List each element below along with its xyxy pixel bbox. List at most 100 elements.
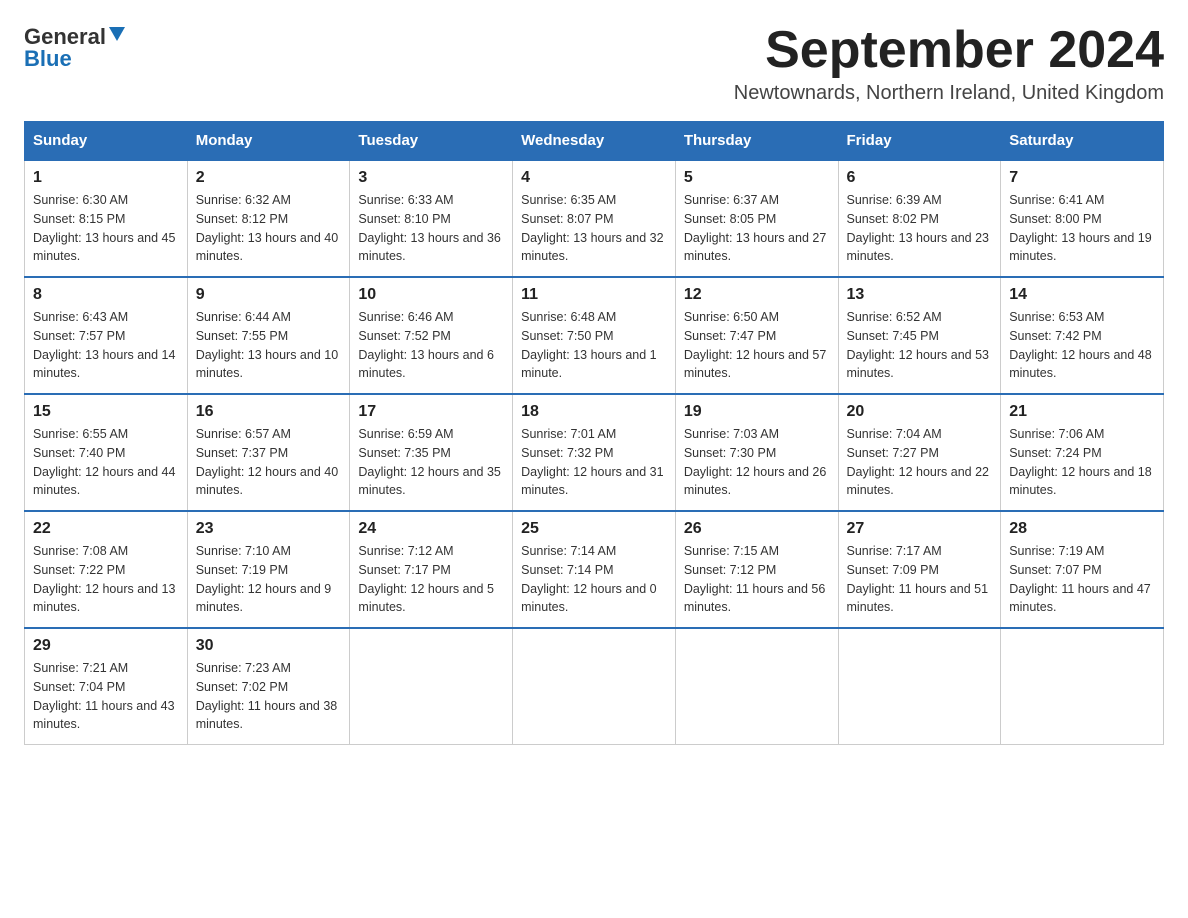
day-info: Sunrise: 7:12 AM Sunset: 7:17 PM Dayligh… bbox=[358, 542, 504, 617]
day-number: 28 bbox=[1009, 520, 1155, 538]
calendar-cell: 6 Sunrise: 6:39 AM Sunset: 8:02 PM Dayli… bbox=[838, 160, 1001, 277]
calendar-cell: 26 Sunrise: 7:15 AM Sunset: 7:12 PM Dayl… bbox=[675, 511, 838, 628]
day-number: 11 bbox=[521, 286, 667, 304]
col-monday: Monday bbox=[187, 122, 350, 161]
calendar-cell: 25 Sunrise: 7:14 AM Sunset: 7:14 PM Dayl… bbox=[513, 511, 676, 628]
day-number: 24 bbox=[358, 520, 504, 538]
day-number: 27 bbox=[847, 520, 993, 538]
calendar-cell: 19 Sunrise: 7:03 AM Sunset: 7:30 PM Dayl… bbox=[675, 394, 838, 511]
calendar-cell: 24 Sunrise: 7:12 AM Sunset: 7:17 PM Dayl… bbox=[350, 511, 513, 628]
month-title: September 2024 bbox=[734, 24, 1164, 76]
col-sunday: Sunday bbox=[25, 122, 188, 161]
day-number: 16 bbox=[196, 403, 342, 421]
day-info: Sunrise: 6:48 AM Sunset: 7:50 PM Dayligh… bbox=[521, 308, 667, 383]
day-info: Sunrise: 6:52 AM Sunset: 7:45 PM Dayligh… bbox=[847, 308, 993, 383]
day-number: 26 bbox=[684, 520, 830, 538]
day-number: 22 bbox=[33, 520, 179, 538]
calendar-cell: 14 Sunrise: 6:53 AM Sunset: 7:42 PM Dayl… bbox=[1001, 277, 1164, 394]
calendar-cell: 20 Sunrise: 7:04 AM Sunset: 7:27 PM Dayl… bbox=[838, 394, 1001, 511]
day-info: Sunrise: 6:57 AM Sunset: 7:37 PM Dayligh… bbox=[196, 425, 342, 500]
calendar-cell: 9 Sunrise: 6:44 AM Sunset: 7:55 PM Dayli… bbox=[187, 277, 350, 394]
day-info: Sunrise: 6:53 AM Sunset: 7:42 PM Dayligh… bbox=[1009, 308, 1155, 383]
calendar-cell: 15 Sunrise: 6:55 AM Sunset: 7:40 PM Dayl… bbox=[25, 394, 188, 511]
calendar-cell: 16 Sunrise: 6:57 AM Sunset: 7:37 PM Dayl… bbox=[187, 394, 350, 511]
day-info: Sunrise: 6:50 AM Sunset: 7:47 PM Dayligh… bbox=[684, 308, 830, 383]
calendar-cell: 5 Sunrise: 6:37 AM Sunset: 8:05 PM Dayli… bbox=[675, 160, 838, 277]
page-header: General Blue September 2024 Newtownards,… bbox=[24, 24, 1164, 105]
calendar-cell: 18 Sunrise: 7:01 AM Sunset: 7:32 PM Dayl… bbox=[513, 394, 676, 511]
day-info: Sunrise: 6:41 AM Sunset: 8:00 PM Dayligh… bbox=[1009, 191, 1155, 266]
week-row-3: 15 Sunrise: 6:55 AM Sunset: 7:40 PM Dayl… bbox=[25, 394, 1164, 511]
calendar-cell bbox=[675, 628, 838, 745]
day-info: Sunrise: 7:23 AM Sunset: 7:02 PM Dayligh… bbox=[196, 659, 342, 734]
day-info: Sunrise: 6:55 AM Sunset: 7:40 PM Dayligh… bbox=[33, 425, 179, 500]
day-number: 19 bbox=[684, 403, 830, 421]
calendar-cell: 27 Sunrise: 7:17 AM Sunset: 7:09 PM Dayl… bbox=[838, 511, 1001, 628]
day-info: Sunrise: 7:10 AM Sunset: 7:19 PM Dayligh… bbox=[196, 542, 342, 617]
day-number: 21 bbox=[1009, 403, 1155, 421]
week-row-4: 22 Sunrise: 7:08 AM Sunset: 7:22 PM Dayl… bbox=[25, 511, 1164, 628]
day-info: Sunrise: 6:59 AM Sunset: 7:35 PM Dayligh… bbox=[358, 425, 504, 500]
calendar-cell: 3 Sunrise: 6:33 AM Sunset: 8:10 PM Dayli… bbox=[350, 160, 513, 277]
day-number: 5 bbox=[684, 169, 830, 187]
title-area: September 2024 Newtownards, Northern Ire… bbox=[734, 24, 1164, 105]
week-row-2: 8 Sunrise: 6:43 AM Sunset: 7:57 PM Dayli… bbox=[25, 277, 1164, 394]
day-number: 12 bbox=[684, 286, 830, 304]
calendar-cell: 29 Sunrise: 7:21 AM Sunset: 7:04 PM Dayl… bbox=[25, 628, 188, 745]
day-info: Sunrise: 7:03 AM Sunset: 7:30 PM Dayligh… bbox=[684, 425, 830, 500]
day-number: 18 bbox=[521, 403, 667, 421]
day-number: 17 bbox=[358, 403, 504, 421]
day-info: Sunrise: 7:21 AM Sunset: 7:04 PM Dayligh… bbox=[33, 659, 179, 734]
day-number: 15 bbox=[33, 403, 179, 421]
week-row-1: 1 Sunrise: 6:30 AM Sunset: 8:15 PM Dayli… bbox=[25, 160, 1164, 277]
calendar-cell: 10 Sunrise: 6:46 AM Sunset: 7:52 PM Dayl… bbox=[350, 277, 513, 394]
day-number: 23 bbox=[196, 520, 342, 538]
day-number: 14 bbox=[1009, 286, 1155, 304]
calendar-cell: 21 Sunrise: 7:06 AM Sunset: 7:24 PM Dayl… bbox=[1001, 394, 1164, 511]
calendar-cell bbox=[350, 628, 513, 745]
day-info: Sunrise: 7:15 AM Sunset: 7:12 PM Dayligh… bbox=[684, 542, 830, 617]
col-wednesday: Wednesday bbox=[513, 122, 676, 161]
day-number: 29 bbox=[33, 637, 179, 655]
week-row-5: 29 Sunrise: 7:21 AM Sunset: 7:04 PM Dayl… bbox=[25, 628, 1164, 745]
day-number: 6 bbox=[847, 169, 993, 187]
calendar-cell: 13 Sunrise: 6:52 AM Sunset: 7:45 PM Dayl… bbox=[838, 277, 1001, 394]
day-info: Sunrise: 6:46 AM Sunset: 7:52 PM Dayligh… bbox=[358, 308, 504, 383]
calendar-cell: 17 Sunrise: 6:59 AM Sunset: 7:35 PM Dayl… bbox=[350, 394, 513, 511]
calendar-cell: 4 Sunrise: 6:35 AM Sunset: 8:07 PM Dayli… bbox=[513, 160, 676, 277]
day-info: Sunrise: 6:33 AM Sunset: 8:10 PM Dayligh… bbox=[358, 191, 504, 266]
day-info: Sunrise: 7:06 AM Sunset: 7:24 PM Dayligh… bbox=[1009, 425, 1155, 500]
day-number: 2 bbox=[196, 169, 342, 187]
location-subtitle: Newtownards, Northern Ireland, United Ki… bbox=[734, 82, 1164, 105]
calendar-cell bbox=[513, 628, 676, 745]
calendar-cell: 2 Sunrise: 6:32 AM Sunset: 8:12 PM Dayli… bbox=[187, 160, 350, 277]
calendar-cell bbox=[838, 628, 1001, 745]
logo: General Blue bbox=[24, 24, 125, 72]
calendar-header-row: Sunday Monday Tuesday Wednesday Thursday… bbox=[25, 122, 1164, 161]
day-number: 25 bbox=[521, 520, 667, 538]
day-number: 4 bbox=[521, 169, 667, 187]
day-number: 3 bbox=[358, 169, 504, 187]
day-info: Sunrise: 6:32 AM Sunset: 8:12 PM Dayligh… bbox=[196, 191, 342, 266]
calendar-cell: 23 Sunrise: 7:10 AM Sunset: 7:19 PM Dayl… bbox=[187, 511, 350, 628]
day-number: 13 bbox=[847, 286, 993, 304]
calendar-cell: 30 Sunrise: 7:23 AM Sunset: 7:02 PM Dayl… bbox=[187, 628, 350, 745]
calendar-cell: 11 Sunrise: 6:48 AM Sunset: 7:50 PM Dayl… bbox=[513, 277, 676, 394]
day-info: Sunrise: 7:17 AM Sunset: 7:09 PM Dayligh… bbox=[847, 542, 993, 617]
day-info: Sunrise: 7:01 AM Sunset: 7:32 PM Dayligh… bbox=[521, 425, 667, 500]
day-info: Sunrise: 7:14 AM Sunset: 7:14 PM Dayligh… bbox=[521, 542, 667, 617]
day-info: Sunrise: 6:39 AM Sunset: 8:02 PM Dayligh… bbox=[847, 191, 993, 266]
day-number: 30 bbox=[196, 637, 342, 655]
calendar-cell: 8 Sunrise: 6:43 AM Sunset: 7:57 PM Dayli… bbox=[25, 277, 188, 394]
logo-text-blue: Blue bbox=[24, 46, 72, 72]
calendar-table: Sunday Monday Tuesday Wednesday Thursday… bbox=[24, 121, 1164, 745]
col-tuesday: Tuesday bbox=[350, 122, 513, 161]
day-info: Sunrise: 6:30 AM Sunset: 8:15 PM Dayligh… bbox=[33, 191, 179, 266]
day-info: Sunrise: 6:44 AM Sunset: 7:55 PM Dayligh… bbox=[196, 308, 342, 383]
col-thursday: Thursday bbox=[675, 122, 838, 161]
day-info: Sunrise: 7:08 AM Sunset: 7:22 PM Dayligh… bbox=[33, 542, 179, 617]
day-number: 10 bbox=[358, 286, 504, 304]
calendar-cell: 7 Sunrise: 6:41 AM Sunset: 8:00 PM Dayli… bbox=[1001, 160, 1164, 277]
col-saturday: Saturday bbox=[1001, 122, 1164, 161]
day-info: Sunrise: 6:43 AM Sunset: 7:57 PM Dayligh… bbox=[33, 308, 179, 383]
